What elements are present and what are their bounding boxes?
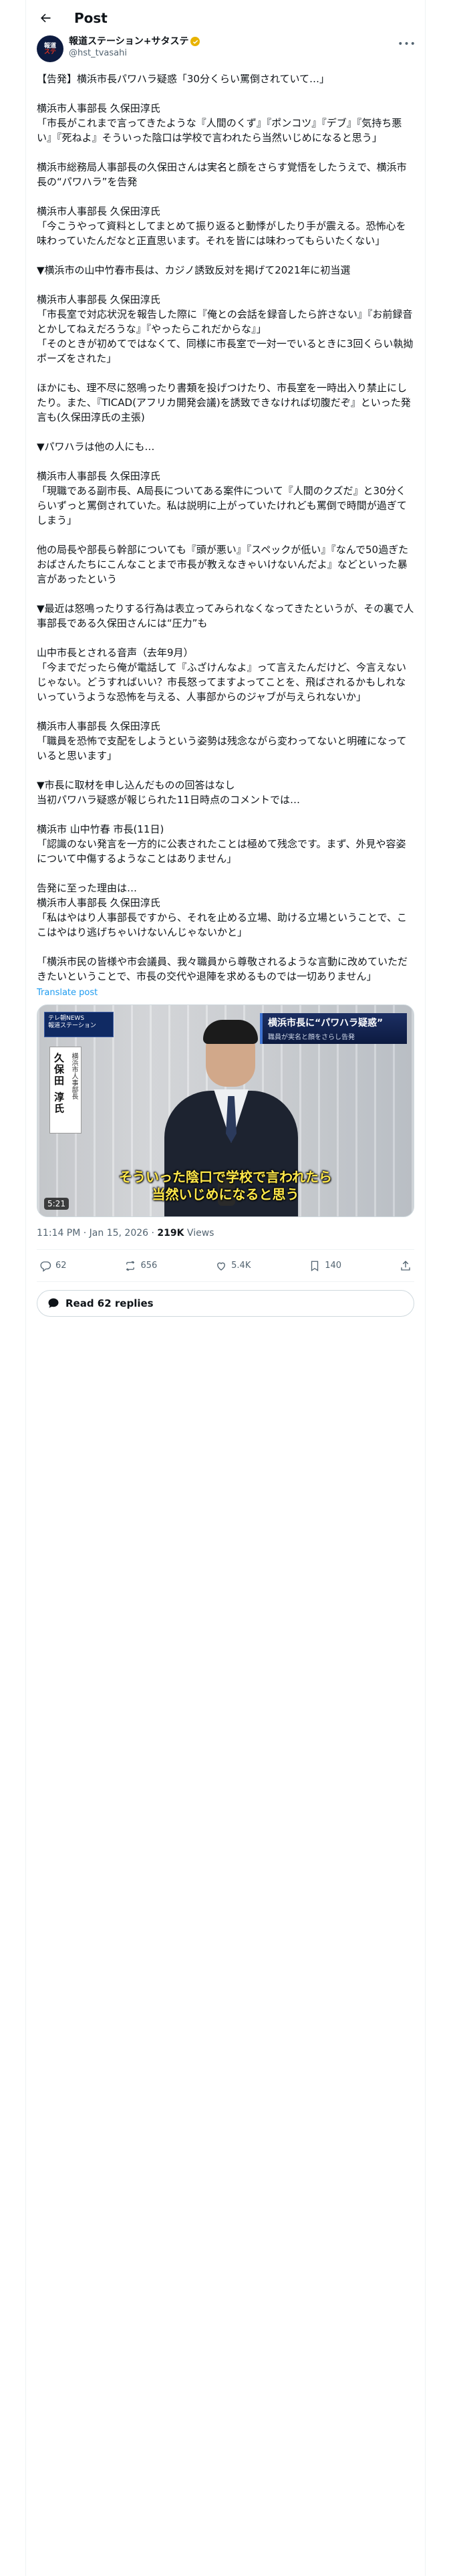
display-name[interactable]: 報道ステーション+サタステ [69,35,188,47]
post-timestamp[interactable]: 11:14 PM · Jan 15, 2026 · [37,1228,157,1239]
views-label: Views [184,1228,214,1239]
author-row: 報道 ステ 報道ステーション+サタステ @hst_tvasahi ••• [37,35,416,68]
video-thumbnail[interactable]: テレ朝NEWS 報道ステーション 横浜市長に“パワハラ疑惑” 職員が実名と顔をさ… [37,1004,414,1217]
verified-badge-icon [190,37,200,46]
bookmark-count: 140 [325,1261,342,1271]
post: 報道 ステ 報道ステーション+サタステ @hst_tvasahi ••• 【告発… [37,35,416,1317]
repost-icon [126,1261,135,1271]
views-count: 219K [157,1228,184,1239]
reply-icon [40,1261,51,1272]
chat-bubble-icon [47,1297,60,1310]
read-replies-button[interactable]: Read 62 replies [37,1290,414,1317]
post-text: 【告発】横浜市長パワハラ疑惑「30分くらい罵倒されていて…」 横浜市人事部長 久… [37,73,414,982]
user-handle[interactable]: @hst_tvasahi [69,47,200,60]
read-replies-label: Read 62 replies [65,1297,154,1309]
repost-button[interactable]: 656 [124,1260,157,1272]
broadcaster-logo: テレ朝NEWS 報道ステーション [44,1012,114,1037]
reply-button[interactable]: 62 [39,1260,67,1272]
share-button[interactable] [400,1260,412,1272]
like-count: 5.4K [231,1261,251,1271]
more-options-button[interactable]: ••• [398,38,416,50]
bookmark-icon [311,1261,319,1271]
back-button[interactable] [34,7,57,29]
avatar[interactable]: 報道 ステ [37,35,63,62]
repost-count: 656 [140,1261,158,1271]
heart-icon [217,1262,226,1271]
display-name-line: 報道ステーション+サタステ [69,35,200,47]
video-caption: そういった陰口で学校で言われたら 当然いじめになると思う [119,1169,332,1202]
action-bar: 62 656 5.4K 140 [37,1250,414,1282]
post-meta: 11:14 PM · Jan 15, 2026 · 219K Views [37,1228,414,1250]
nameplate-title: 横浜市人事部長 [70,1053,78,1099]
more-dots-icon: ••• [398,39,416,49]
top-bar: Post [26,0,425,35]
translate-post-link[interactable]: Translate post [37,988,414,998]
like-button[interactable]: 5.4K [215,1260,251,1272]
share-icon [401,1260,410,1271]
page: Post 報道 ステ 報道ステーション+サタステ @hst_tvasahi ••… [0,0,451,2576]
speaker-nameplate: 横浜市人事部長 久保田 淳氏 [49,1047,82,1134]
avatar-logo-bottom: ステ [43,48,56,55]
nameplate-name: 久保田 淳氏 [53,1053,65,1115]
avatar-logo: 報道 ステ [43,42,56,56]
arrow-left-icon [41,13,51,22]
video-duration: 5:21 [44,1198,69,1210]
reply-count: 62 [55,1261,67,1271]
speaker-hair [203,1020,258,1044]
author-names: 報道ステーション+サタステ @hst_tvasahi [69,35,200,60]
page-title: Post [74,9,108,26]
bookmark-button[interactable]: 140 [309,1260,341,1272]
broadcaster-logo-line1: テレ朝NEWS [48,1015,85,1022]
broadcaster-logo-line2: 報道ステーション [48,1023,96,1029]
